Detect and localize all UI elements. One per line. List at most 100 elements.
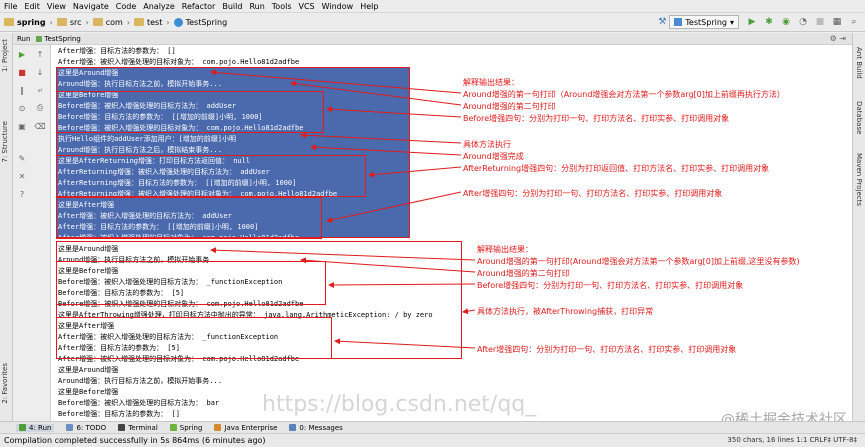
todo-icon (66, 424, 74, 431)
pin-icon[interactable]: ✎ (17, 153, 27, 163)
tab-terminal[interactable]: Terminal (118, 424, 158, 432)
chevron-right-icon: › (85, 17, 89, 27)
breadcrumb-testspring[interactable]: TestSpring (173, 17, 227, 27)
soft-wrap-icon[interactable]: ⤶ (35, 85, 45, 95)
dump-threads-icon[interactable]: ⊙ (17, 103, 27, 113)
annotation-top-exec: 具体方法执行 (463, 140, 511, 149)
terminal-icon (118, 424, 126, 431)
annotation-bottom-title: 解释输出结果： (477, 245, 533, 254)
menu-run[interactable]: Run (249, 2, 264, 11)
restore-layout-icon[interactable]: ▣ (17, 121, 27, 131)
status-bar: Compilation completed successfully in 5s… (0, 433, 865, 447)
left-tool-strip: 1: Project 7: Structure 2: Favorites (0, 33, 13, 421)
build-hammer-icon[interactable]: ⚒ (655, 15, 669, 29)
config-icon (674, 18, 683, 26)
help-icon[interactable]: ? (17, 189, 27, 199)
highlight-box-afterreturning-1 (56, 155, 366, 197)
folder-icon (56, 18, 67, 26)
breadcrumb-spring[interactable]: spring › (4, 18, 53, 27)
console-line: Before增强：目标方法的参数为： [] (58, 410, 180, 418)
run-panel-title: Run (17, 34, 31, 43)
menu-help[interactable]: Help (360, 2, 378, 11)
bottom-tool-tabs: 4: Run 6: TODO Terminal Spring Java Ente… (0, 421, 865, 433)
annotation-bottom-around2: Around增强的第二句打印 (477, 269, 570, 278)
menu-code[interactable]: Code (116, 2, 136, 11)
breadcrumb-test[interactable]: test › (134, 18, 170, 27)
breadcrumb-src[interactable]: src › (56, 17, 89, 27)
status-message: Compilation completed successfully in 5s… (4, 436, 266, 445)
close-icon[interactable]: ✕ (17, 171, 27, 181)
folder-icon (4, 18, 14, 26)
console-output[interactable]: After增强：目标方法的参数为： [] After增强：被织入增强处理的目标对象… (51, 45, 852, 421)
status-right-info: 350 chars, 16 lines 1:1 CRLF‡ UTF-8‡ (727, 436, 857, 444)
coverage-icon[interactable]: ◉ (779, 15, 793, 29)
tab-messages[interactable]: 0: Messages (289, 424, 343, 432)
console-line: Around增强：执行目标方法之前，模拟开始事务... (58, 377, 222, 385)
menu-build[interactable]: Build (222, 2, 242, 11)
run-icon[interactable]: ▶ (745, 15, 759, 29)
menu-tools[interactable]: Tools (272, 2, 292, 11)
chevron-down-icon: ▾ (729, 17, 734, 27)
print-icon[interactable]: ⎙ (35, 103, 45, 113)
tab-java-enterprise[interactable]: Java Enterprise (214, 424, 277, 432)
menu-file[interactable]: File (4, 2, 17, 11)
clear-all-icon[interactable]: ⌫ (34, 121, 45, 131)
pause-icon[interactable]: ‖ (17, 85, 27, 95)
console-line: Before增强：被织入增强处理的目标方法为： bar (58, 399, 220, 407)
tab-structure[interactable]: 7: Structure (1, 121, 9, 163)
debug-icon[interactable]: ✱ (762, 15, 776, 29)
annotation-top-afterreturning: AfterReturning增强四句：分别为打印返回值、打印方法名、打印实参、打… (463, 164, 770, 173)
run-config-tab[interactable]: TestSpring (36, 35, 81, 43)
toolbar-right: ⚒ TestSpring ▾ ▶ ✱ ◉ ◔ ■ ▦ ⌕ (652, 15, 861, 29)
annotation-top-around1: Around增强的第一句打印（Around增强会对方法第一个参数arg[0]加上… (463, 90, 785, 99)
stop-icon[interactable]: ■ (17, 67, 27, 77)
right-tool-strip: Ant Build Database Maven Projects (852, 33, 865, 421)
scroll-down-icon[interactable]: ↓ (35, 67, 45, 77)
annotation-bottom-after: After增强四句：分别为打印一句、打印方法名、打印实参、打印调用对象 (477, 345, 737, 354)
menu-refactor[interactable]: Refactor (182, 2, 216, 11)
tab-database[interactable]: Database (855, 101, 863, 134)
tab-spring[interactable]: Spring (169, 424, 202, 432)
annotation-bottom-around1: Around增强的第一句打印(Around增强会对方法第一个参数arg[0]加上… (477, 257, 800, 266)
run-gutter: ▶ ↑ ■ ↓ ‖ ⤶ ⊙ ⎙ ▣ ⌫ ✎ ✕ ? (13, 45, 51, 421)
tab-favorites[interactable]: 2: Favorites (1, 363, 9, 404)
console-line: 这里是Before增强 (58, 388, 119, 396)
tab-maven-projects[interactable]: Maven Projects (855, 153, 863, 206)
profile-icon[interactable]: ◔ (796, 15, 810, 29)
folder-icon (134, 18, 144, 26)
console-line: After增强：被织入增强处理的目标对象为： com.pojo.Hello81d… (58, 58, 300, 66)
annotation-top-before: Before增强四句：分别为打印一句、打印方法名、打印实参、打印调用对象 (463, 114, 730, 123)
highlight-box-before-1 (56, 91, 324, 133)
messages-icon (289, 424, 297, 431)
breadcrumb-com[interactable]: com › (92, 17, 130, 27)
chevron-right-icon: › (49, 17, 53, 27)
menu-edit[interactable]: Edit (24, 2, 40, 11)
tab-project[interactable]: 1: Project (1, 39, 9, 72)
config-icon (36, 35, 43, 42)
rerun-icon[interactable]: ▶ (17, 49, 27, 59)
stop-icon[interactable]: ■ (813, 15, 827, 29)
menu-window[interactable]: Window (322, 2, 354, 11)
menu-analyze[interactable]: Analyze (143, 2, 175, 11)
project-structure-icon[interactable]: ▦ (830, 15, 844, 29)
chevron-right-icon: › (126, 17, 130, 27)
highlight-box-before-2 (56, 261, 326, 305)
menu-view[interactable]: View (47, 2, 66, 11)
class-icon (173, 17, 183, 27)
highlight-box-after-1 (56, 197, 322, 239)
tab-todo[interactable]: 6: TODO (66, 424, 106, 432)
scroll-up-icon[interactable]: ↑ (35, 49, 45, 59)
annotation-top-around2: Around增强的第二句打印 (463, 102, 556, 111)
tab-run[interactable]: 4: Run (16, 423, 55, 432)
annotation-top-title: 解释输出结果： (463, 78, 519, 87)
console-line: 这里是Around增强 (58, 366, 119, 374)
highlight-box-after-2 (56, 317, 332, 359)
menu-vcs[interactable]: VCS (299, 2, 315, 11)
gear-icon[interactable]: ⚙ ⇥ (830, 34, 846, 43)
tab-ant-build[interactable]: Ant Build (855, 47, 863, 79)
annotation-bottom-before: Before增强四句：分别为打印一句、打印方法名、打印实参、打印调用对象 (477, 281, 744, 290)
run-config-select[interactable]: TestSpring ▾ (669, 15, 739, 29)
search-icon[interactable]: ⌕ (847, 15, 861, 29)
menu-navigate[interactable]: Navigate (73, 2, 109, 11)
navigation-bar: spring › src › com › test › TestSpring ⚒ Tes… (0, 13, 865, 32)
